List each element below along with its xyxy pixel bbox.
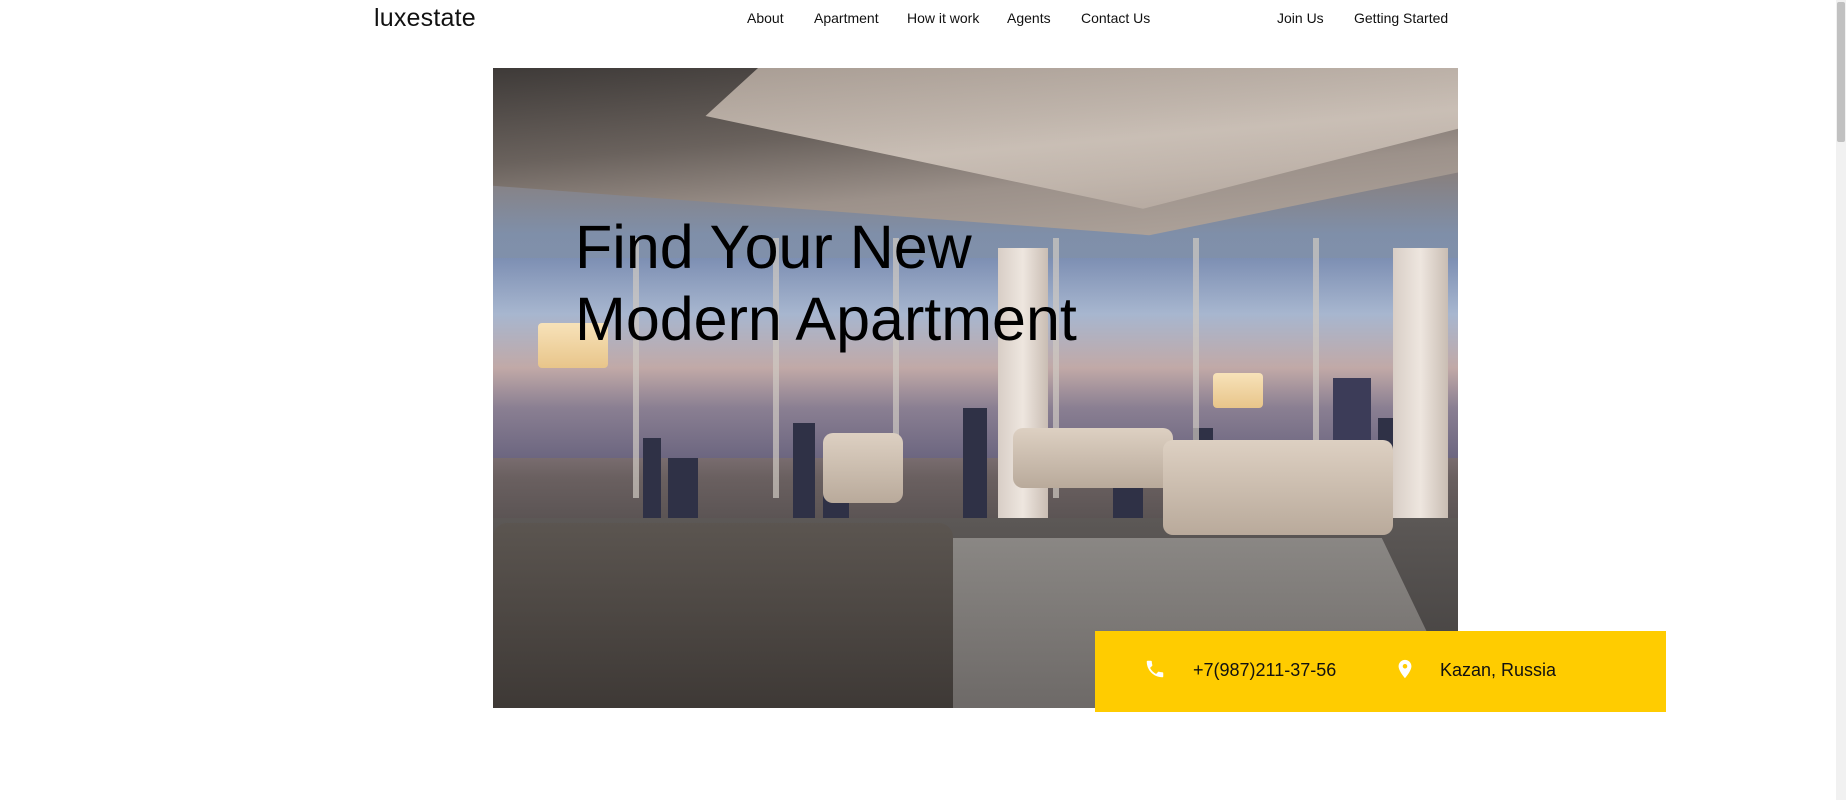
getting-started-link[interactable]: Getting Started [1354, 10, 1448, 26]
nav-link-about[interactable]: About [747, 10, 784, 26]
nav-link-contact-us[interactable]: Contact Us [1081, 10, 1150, 26]
chaise-lounge [1013, 428, 1173, 488]
contact-phone[interactable]: +7(987)211-37-56 [1193, 660, 1336, 681]
join-us-link[interactable]: Join Us [1277, 10, 1324, 26]
hero-image: Find Your New Modern Apartment [493, 68, 1458, 708]
contact-location: Kazan, Russia [1440, 660, 1557, 680]
sectional-sofa [493, 523, 953, 708]
floor-lamp [1213, 373, 1263, 408]
nav-link-agents[interactable]: Agents [1007, 10, 1051, 26]
page-scrollbar[interactable] [1836, 0, 1846, 800]
hero-title-line-2: Modern Apartment [575, 285, 1077, 353]
column [1393, 248, 1448, 538]
contact-bar: +7(987)211-37-56 Kazan, Russia [1095, 631, 1666, 712]
map-pin-icon [1394, 658, 1420, 684]
logo[interactable]: luxestate [374, 4, 476, 33]
phone-icon [1144, 658, 1170, 684]
chaise-lounge [1163, 440, 1393, 535]
armchair [823, 433, 903, 503]
nav-link-apartment[interactable]: Apartment [814, 10, 879, 26]
hero-title-line-1: Find Your New [575, 213, 972, 281]
scrollbar-thumb[interactable] [1837, 2, 1845, 142]
nav-link-how-it-work[interactable]: How it work [907, 10, 979, 26]
hero-title: Find Your New Modern Apartment [575, 211, 1077, 355]
